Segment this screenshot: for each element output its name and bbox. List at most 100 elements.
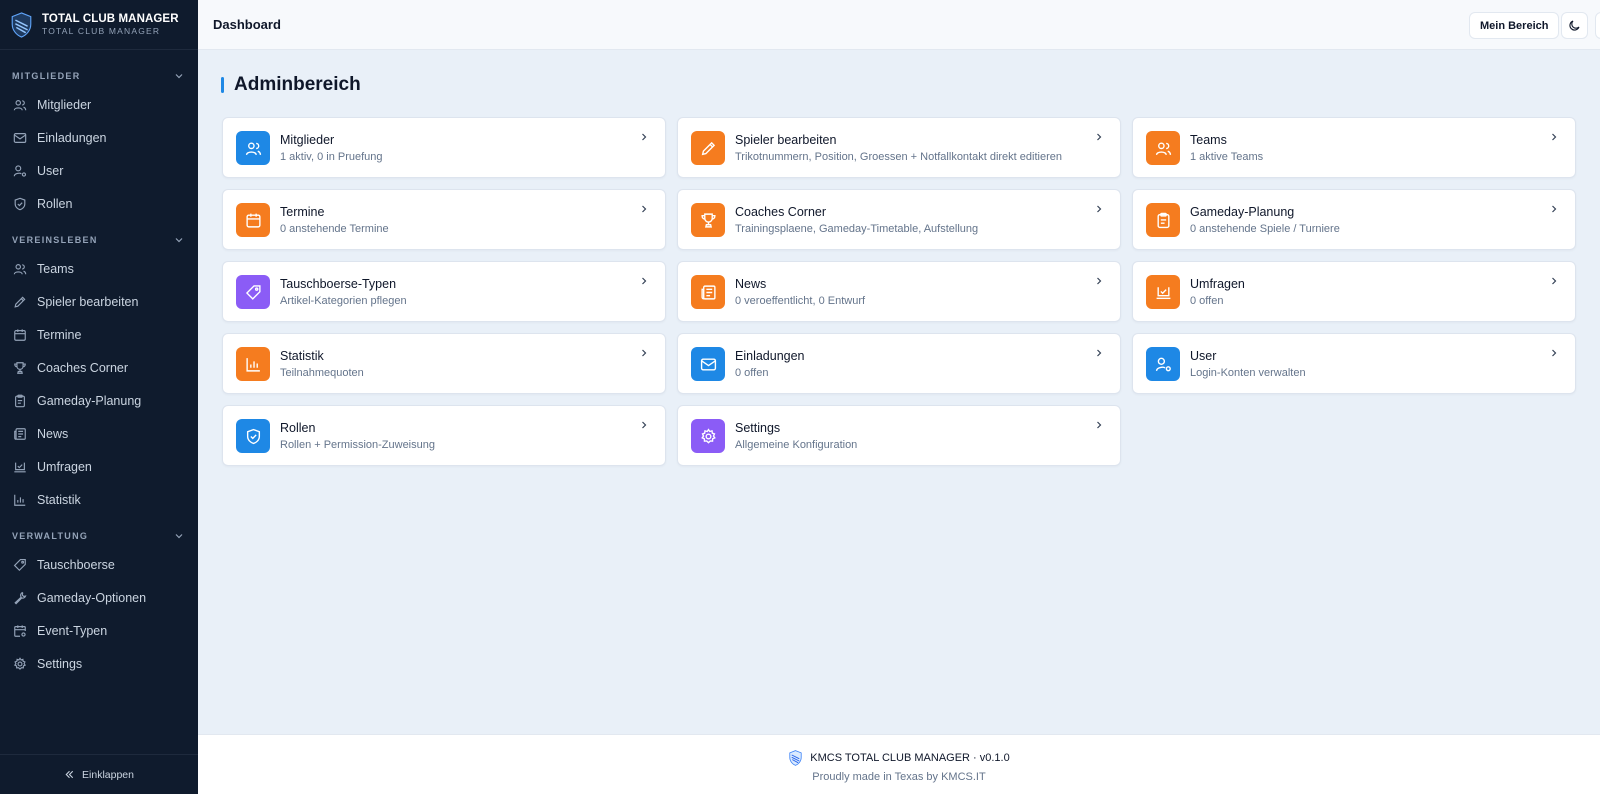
user-gear-icon [1155,357,1171,371]
chevron-right-icon [1097,421,1102,429]
tag-icon [245,284,261,300]
sidebar-item-tauschboerse[interactable]: Tauschboerse [6,551,192,579]
card-title: Teams [1190,133,1227,147]
card-termine[interactable]: Termine 0 anstehende Termine [222,189,666,250]
card-gameday-planung[interactable]: Gameday-Planung 0 anstehende Spiele / Tu… [1132,189,1576,250]
card-subtitle: 1 aktiv, 0 in Pruefung [280,151,383,163]
card-coaches-corner[interactable]: Coaches Corner Trainingsplaene, Gameday-… [677,189,1121,250]
sidebar-item-mitglieder[interactable]: Mitglieder [6,91,192,119]
sidebar-item-event-typen[interactable]: Event-Typen [6,617,192,645]
card-einladungen[interactable]: Einladungen 0 offen [677,333,1121,394]
card-settings[interactable]: Settings Allgemeine Konfiguration [677,405,1121,466]
sidebar-item-statistik[interactable]: Statistik [6,486,192,514]
card-subtitle: Teilnahmequoten [280,367,364,379]
logo-icon [11,11,32,38]
section-verwaltung[interactable]: VERWALTUNG [12,531,184,541]
logout-button[interactable] [1595,12,1600,39]
theme-toggle-button[interactable] [1561,12,1588,39]
card-icon-box [236,131,270,165]
card-subtitle: Trainingsplaene, Gameday-Timetable, Aufs… [735,223,979,235]
sidebar-item-settings[interactable]: Settings [6,650,192,678]
chevron-down-icon [175,534,183,539]
card-mitglieder[interactable]: Mitglieder 1 aktiv, 0 in Pruefung [222,117,666,178]
card-icon-box [691,347,725,381]
card-umfragen[interactable]: Umfragen 0 offen [1132,261,1576,322]
brand-title: TOTAL CLUB MANAGER [42,12,179,25]
card-title: Termine [280,205,325,219]
sidebar-item-label: Spieler bearbeiten [37,295,139,309]
card-news[interactable]: News 0 veroeffentlicht, 0 Entwurf [677,261,1121,322]
calendar-icon [245,213,261,228]
mein-bereich-button[interactable]: Mein Bereich [1469,12,1560,39]
trophy-icon [700,212,716,228]
collapse-sidebar-button[interactable]: Einklappen [0,754,198,794]
card-rollen[interactable]: Rollen Rollen + Permission-Zuweisung [222,405,666,466]
sidebar-item-user[interactable]: User [6,157,192,185]
pencil-icon [701,141,715,155]
sidebar-item-label: Settings [37,657,83,671]
sidebar-item-teams[interactable]: Teams [6,255,192,283]
card-icon-box [236,203,270,237]
section-mitglieder[interactable]: MITGLIEDER [12,71,184,81]
card-subtitle: 0 offen [1190,295,1224,307]
sidebar-item-gameday-optionen[interactable]: Gameday-Optionen [6,584,192,612]
sidebar-item-umfragen[interactable]: Umfragen [6,453,192,481]
card-title: Statistik [280,349,324,363]
card-subtitle: 0 offen [735,367,769,379]
sidebar-item-label: Event-Typen [37,624,108,638]
sidebar-item-news[interactable]: News [6,420,192,448]
card-tauschboerse-typen[interactable]: Tauschboerse-Typen Artikel-Kategorien pf… [222,261,666,322]
card-subtitle: 0 veroeffentlicht, 0 Entwurf [735,295,866,307]
card-subtitle: Login-Konten verwalten [1190,367,1306,379]
chevron-right-icon [1552,205,1557,213]
card-spieler-bearbeiten[interactable]: Spieler bearbeiten Trikotnummern, Positi… [677,117,1121,178]
sidebar-item-label: Coaches Corner [37,361,129,375]
shield-icon [246,428,260,444]
chevron-right-icon [642,277,647,285]
trophy-icon [14,362,26,374]
chevron-down-icon [175,238,183,243]
card-icon-box [1146,347,1180,381]
card-title: Spieler bearbeiten [735,133,837,147]
sidebar-item-label: Statistik [37,493,81,507]
chevron-right-icon [642,349,647,357]
users-icon [245,141,261,155]
card-teams[interactable]: Teams 1 aktive Teams [1132,117,1576,178]
logo-icon [789,750,802,766]
card-icon-box [691,203,725,237]
sidebar-item-label: Einladungen [37,131,107,145]
sidebar-item-spieler-bearbeiten[interactable]: Spieler bearbeiten [6,288,192,316]
card-title: Rollen [280,421,316,435]
chevrons-left-icon [65,770,74,779]
footer-brand: KMCS TOTAL CLUB MANAGER · v0.1.0 [198,750,1600,766]
calendar-icon [14,329,26,341]
section-vereinsleben[interactable]: VEREINSLEBEN [12,235,184,245]
footer-credit: Proudly made in Texas by KMCS.IT [812,771,986,783]
chevron-right-icon [1097,277,1102,285]
sidebar-item-gameday-planung[interactable]: Gameday-Planung [6,387,192,415]
card-statistik[interactable]: Statistik Teilnahmequoten [222,333,666,394]
card-subtitle: 0 anstehende Spiele / Turniere [1190,223,1340,235]
card-subtitle: Artikel-Kategorien pflegen [280,295,407,307]
sidebar-item-termine[interactable]: Termine [6,321,192,349]
users-icon [1155,141,1171,155]
brand-subtitle: TOTAL CLUB MANAGER [42,26,161,36]
sidebar-item-label: Rollen [37,197,73,211]
sidebar-item-coaches-corner[interactable]: Coaches Corner [6,354,192,382]
card-user[interactable]: User Login-Konten verwalten [1132,333,1576,394]
brand[interactable]: TOTAL CLUB MANAGER TOTAL CLUB MANAGER [0,0,198,50]
card-icon-box [691,131,725,165]
card-title: Tauschboerse-Typen [280,277,397,291]
card-icon-box [691,419,725,453]
topbar: Dashboard Mein Bereich [198,0,1600,50]
sidebar: TOTAL CLUB MANAGER TOTAL CLUB MANAGER MI… [0,0,198,794]
card-icon-box [236,347,270,381]
section-label: VERWALTUNG [12,531,89,541]
poll-icon [1156,286,1170,299]
poll-icon [14,462,26,473]
sidebar-item-rollen[interactable]: Rollen [6,190,192,218]
sidebar-item-einladungen[interactable]: Einladungen [6,124,192,152]
wrench-icon [14,591,27,605]
section-heading: Adminbereich [221,74,361,96]
moon-icon [1569,20,1580,31]
